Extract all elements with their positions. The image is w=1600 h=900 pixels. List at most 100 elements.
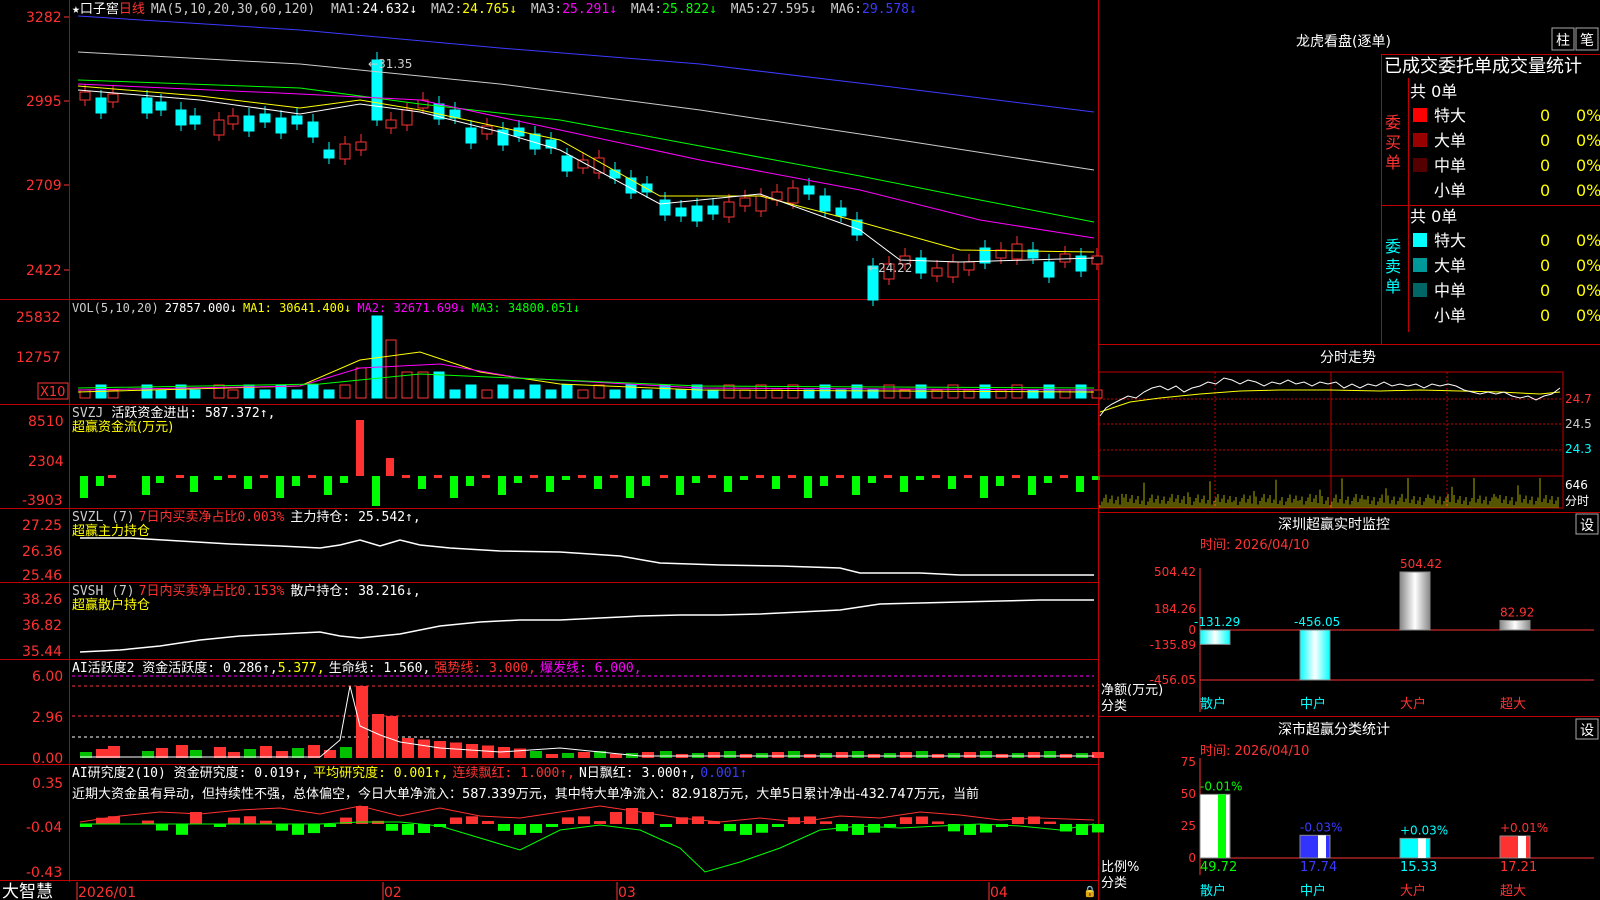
sz-class-settings-button[interactable]: 设	[1575, 718, 1599, 740]
order-count: 0	[1540, 156, 1550, 175]
candle-body	[339, 143, 351, 160]
sz-class-value: 17.74	[1300, 860, 1337, 875]
svzj-bar	[772, 476, 780, 489]
sz-class-ylabel: 比例%	[1101, 860, 1139, 875]
main-header: ★口子窖日线 MA(5,10,20,30,60,120) MA1:24.632↓ …	[72, 1, 917, 17]
sz-class-value: 15.33	[1400, 860, 1437, 875]
svg-text:24.5: 24.5	[1565, 417, 1592, 431]
ai1-bar	[980, 751, 992, 758]
ai2-bar	[356, 806, 368, 824]
candle-body	[291, 115, 303, 125]
order-pct: 0%	[1576, 281, 1600, 300]
sz-monitor-cat: 超大	[1500, 697, 1526, 712]
volume-bar	[593, 384, 605, 399]
svzj-bar	[756, 475, 764, 478]
order-count: 0	[1540, 306, 1550, 325]
ai2-yaxis: 0.35 -0.04 -0.43	[26, 776, 63, 881]
order-type: 中单	[1434, 156, 1466, 175]
ai1-bar	[214, 747, 226, 758]
volume-bar	[175, 384, 187, 399]
svzj-bar	[418, 476, 426, 489]
order-type: 大单	[1434, 131, 1466, 150]
svg-text:-3903: -3903	[22, 493, 63, 509]
svg-text:36.82: 36.82	[22, 618, 62, 634]
ai2-bar	[980, 824, 992, 833]
ai1-bar	[450, 742, 462, 758]
ai2-bar	[466, 816, 478, 824]
volume-bar	[307, 384, 319, 399]
ai2-bar	[562, 817, 574, 824]
svzj-bar	[724, 476, 732, 492]
ai1-bar	[386, 716, 398, 758]
ai1-bar	[340, 747, 352, 758]
volume-bar	[355, 367, 367, 399]
ai2-bar	[176, 824, 188, 835]
volume-bar	[227, 389, 239, 399]
ai1-bar	[836, 752, 848, 758]
ai2-bar	[772, 824, 784, 827]
view-tick-button[interactable]: 笔	[1575, 27, 1599, 51]
svg-text:04: 04	[990, 885, 1008, 900]
volume-bar	[771, 389, 783, 399]
sell-total: 共 0单	[1410, 207, 1457, 226]
svzj-bar	[340, 476, 348, 483]
view-bar-button[interactable]: 柱	[1551, 27, 1575, 51]
svzj-bar	[1060, 475, 1068, 478]
order-pct: 0%	[1576, 231, 1600, 250]
ai1-bar	[916, 751, 928, 758]
ai1-bar	[788, 751, 800, 758]
volume-bar	[465, 384, 477, 399]
stock-title: ★口子窖	[72, 1, 119, 17]
sell-label: 委卖单	[1385, 237, 1401, 296]
ai2-bar	[1092, 824, 1104, 833]
sz-class-cat: 大户	[1400, 883, 1426, 899]
low-annotation: ←24.22	[868, 261, 912, 275]
order-pct: 0%	[1576, 156, 1600, 175]
ai2-bar	[1044, 821, 1056, 824]
svzj-bar	[214, 476, 222, 480]
candle-body	[739, 197, 751, 207]
main-y-2995: 2995	[26, 94, 62, 110]
main-y-2422: 2422	[26, 263, 62, 279]
ai2-bar	[578, 816, 590, 824]
candle-body	[259, 113, 271, 123]
order-count: 0	[1540, 256, 1550, 275]
sz-class-change: -0.01%	[1200, 779, 1242, 793]
sz-monitor-bar	[1499, 619, 1531, 631]
ai1-bar	[578, 752, 590, 758]
order-pct: 0%	[1576, 256, 1600, 275]
svg-text:0.35: 0.35	[32, 776, 63, 792]
ai1-header: AI活跃度2 资金活跃度: 0.286↑,5.377, 生命线: 1.560, 强势…	[72, 660, 642, 676]
chart-canvas[interactable]: 3282 2995 2709 2422 ★口子窖日线 MA(5,10,20,30,…	[0, 0, 1600, 900]
svzj-bar	[260, 475, 268, 478]
volume-bar	[497, 384, 509, 399]
ai1-yaxis: 6.00 2.96 0.00	[32, 669, 63, 767]
candle-body	[963, 261, 975, 271]
sz-class-bar-accent	[1218, 794, 1226, 858]
svzj-bar	[466, 476, 474, 486]
sz-monitor-settings-button[interactable]: 设	[1575, 513, 1599, 535]
candle-body	[227, 115, 239, 125]
ai2-bar	[276, 824, 288, 831]
svg-text:27.25: 27.25	[22, 518, 62, 534]
sz-class-value: 17.21	[1500, 860, 1537, 875]
order-count: 0	[1540, 106, 1550, 125]
candle-body	[947, 261, 959, 278]
svzj-bar	[916, 476, 924, 480]
volume-bar	[291, 389, 303, 399]
volume-bar	[739, 389, 751, 399]
candle-body	[465, 127, 477, 144]
volume-bar	[481, 389, 493, 399]
svzj-bar	[1028, 476, 1036, 495]
ai1-bar	[324, 750, 336, 758]
sz-monitor-ytick: 504.42	[1154, 565, 1196, 579]
candle-body	[803, 185, 815, 195]
lock-icon[interactable]: 🔒	[1083, 885, 1097, 898]
svzl-sub: 超赢主力持仓	[72, 523, 150, 539]
svsh-header: SVSH (7) 7日内买卖净占比0.153% 散户持仓: 38.216↓,	[72, 583, 421, 599]
ai2-bar	[386, 824, 398, 831]
main-y-2709: 2709	[26, 178, 62, 194]
svzj-bar	[80, 476, 88, 498]
ai2-bar	[740, 824, 752, 835]
svzj-bar	[948, 476, 956, 489]
